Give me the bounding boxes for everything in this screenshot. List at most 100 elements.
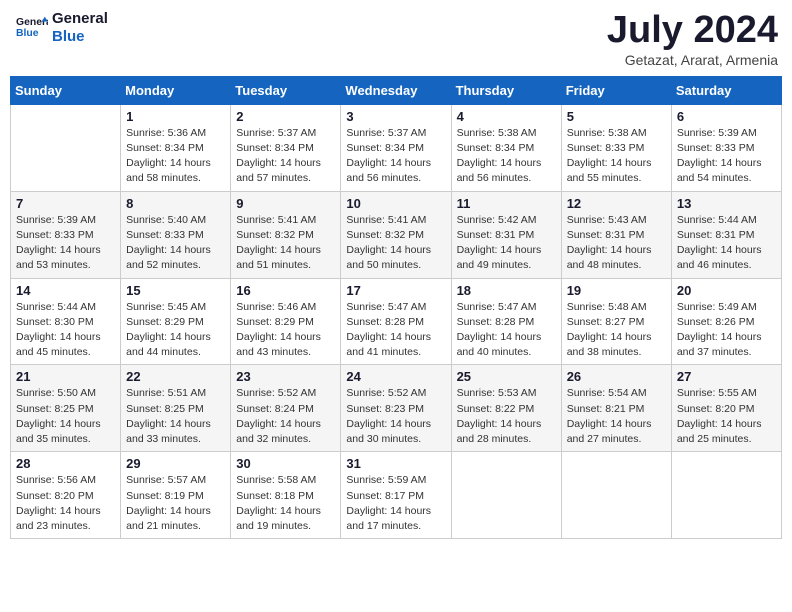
day-info: Sunrise: 5:41 AMSunset: 8:32 PMDaylight:… xyxy=(236,213,335,274)
day-info: Sunrise: 5:58 AMSunset: 8:18 PMDaylight:… xyxy=(236,473,335,534)
calendar-cell: 2 Sunrise: 5:37 AMSunset: 8:34 PMDaylight… xyxy=(231,104,341,191)
day-info: Sunrise: 5:39 AMSunset: 8:33 PMDaylight:… xyxy=(677,126,776,187)
day-info: Sunrise: 5:36 AMSunset: 8:34 PMDaylight:… xyxy=(126,126,225,187)
calendar-cell xyxy=(561,452,671,539)
page-header: General Blue General Blue July 2024 Geta… xyxy=(10,10,782,68)
month-title: July 2024 xyxy=(607,10,778,52)
day-number: 15 xyxy=(126,283,225,298)
day-of-week-header: Sunday xyxy=(11,76,121,104)
day-number: 8 xyxy=(126,196,225,211)
calendar-cell: 17 Sunrise: 5:47 AMSunset: 8:28 PMDayligh… xyxy=(341,278,451,365)
calendar-cell: 9 Sunrise: 5:41 AMSunset: 8:32 PMDaylight… xyxy=(231,191,341,278)
day-info: Sunrise: 5:43 AMSunset: 8:31 PMDaylight:… xyxy=(567,213,666,274)
day-number: 19 xyxy=(567,283,666,298)
calendar-cell xyxy=(11,104,121,191)
calendar-cell: 3 Sunrise: 5:37 AMSunset: 8:34 PMDaylight… xyxy=(341,104,451,191)
logo: General Blue General Blue xyxy=(14,10,108,46)
day-number: 22 xyxy=(126,369,225,384)
day-info: Sunrise: 5:38 AMSunset: 8:34 PMDaylight:… xyxy=(457,126,556,187)
day-info: Sunrise: 5:46 AMSunset: 8:29 PMDaylight:… xyxy=(236,300,335,361)
day-number: 10 xyxy=(346,196,445,211)
day-info: Sunrise: 5:55 AMSunset: 8:20 PMDaylight:… xyxy=(677,386,776,447)
day-number: 1 xyxy=(126,109,225,124)
day-number: 13 xyxy=(677,196,776,211)
calendar-cell: 15 Sunrise: 5:45 AMSunset: 8:29 PMDayligh… xyxy=(121,278,231,365)
day-info: Sunrise: 5:50 AMSunset: 8:25 PMDaylight:… xyxy=(16,386,115,447)
day-info: Sunrise: 5:51 AMSunset: 8:25 PMDaylight:… xyxy=(126,386,225,447)
calendar-cell: 29 Sunrise: 5:57 AMSunset: 8:19 PMDayligh… xyxy=(121,452,231,539)
day-number: 29 xyxy=(126,456,225,471)
day-number: 4 xyxy=(457,109,556,124)
calendar-cell: 24Sunrise: 5:52 AMSunset: 8:23 PMDayligh… xyxy=(341,365,451,452)
day-number: 3 xyxy=(346,109,445,124)
calendar-cell: 6 Sunrise: 5:39 AMSunset: 8:33 PMDaylight… xyxy=(671,104,781,191)
day-number: 17 xyxy=(346,283,445,298)
calendar-cell: 13Sunrise: 5:44 AMSunset: 8:31 PMDayligh… xyxy=(671,191,781,278)
calendar-cell xyxy=(451,452,561,539)
calendar-cell: 18Sunrise: 5:47 AMSunset: 8:28 PMDayligh… xyxy=(451,278,561,365)
day-of-week-header: Thursday xyxy=(451,76,561,104)
day-number: 23 xyxy=(236,369,335,384)
day-info: Sunrise: 5:40 AMSunset: 8:33 PMDaylight:… xyxy=(126,213,225,274)
calendar-cell: 4 Sunrise: 5:38 AMSunset: 8:34 PMDaylight… xyxy=(451,104,561,191)
day-info: Sunrise: 5:42 AMSunset: 8:31 PMDaylight:… xyxy=(457,213,556,274)
logo-general: General xyxy=(52,10,108,28)
day-number: 20 xyxy=(677,283,776,298)
calendar-cell: 14 Sunrise: 5:44 AMSunset: 8:30 PMDayligh… xyxy=(11,278,121,365)
day-number: 7 xyxy=(16,196,115,211)
day-number: 21 xyxy=(16,369,115,384)
logo-blue: Blue xyxy=(52,28,108,46)
day-info: Sunrise: 5:53 AMSunset: 8:22 PMDaylight:… xyxy=(457,386,556,447)
day-number: 6 xyxy=(677,109,776,124)
day-info: Sunrise: 5:48 AMSunset: 8:27 PMDaylight:… xyxy=(567,300,666,361)
day-info: Sunrise: 5:39 AMSunset: 8:33 PMDaylight:… xyxy=(16,213,115,274)
day-number: 26 xyxy=(567,369,666,384)
calendar-cell: 1 Sunrise: 5:36 AMSunset: 8:34 PMDaylight… xyxy=(121,104,231,191)
day-info: Sunrise: 5:45 AMSunset: 8:29 PMDaylight:… xyxy=(126,300,225,361)
day-number: 27 xyxy=(677,369,776,384)
calendar-cell: 12Sunrise: 5:43 AMSunset: 8:31 PMDayligh… xyxy=(561,191,671,278)
day-number: 31 xyxy=(346,456,445,471)
day-number: 16 xyxy=(236,283,335,298)
day-info: Sunrise: 5:54 AMSunset: 8:21 PMDaylight:… xyxy=(567,386,666,447)
svg-text:General: General xyxy=(16,17,48,28)
calendar-cell: 10Sunrise: 5:41 AMSunset: 8:32 PMDayligh… xyxy=(341,191,451,278)
title-block: July 2024 Getazat, Ararat, Armenia xyxy=(607,10,778,68)
day-info: Sunrise: 5:56 AMSunset: 8:20 PMDaylight:… xyxy=(16,473,115,534)
calendar-week-row: 14 Sunrise: 5:44 AMSunset: 8:30 PMDayligh… xyxy=(11,278,782,365)
calendar-cell: 28Sunrise: 5:56 AMSunset: 8:20 PMDayligh… xyxy=(11,452,121,539)
day-number: 2 xyxy=(236,109,335,124)
calendar-cell: 5 Sunrise: 5:38 AMSunset: 8:33 PMDaylight… xyxy=(561,104,671,191)
day-of-week-header: Friday xyxy=(561,76,671,104)
day-of-week-header: Tuesday xyxy=(231,76,341,104)
day-of-week-header: Wednesday xyxy=(341,76,451,104)
location: Getazat, Ararat, Armenia xyxy=(607,52,778,68)
day-info: Sunrise: 5:52 AMSunset: 8:24 PMDaylight:… xyxy=(236,386,335,447)
calendar-cell: 19 Sunrise: 5:48 AMSunset: 8:27 PMDayligh… xyxy=(561,278,671,365)
day-info: Sunrise: 5:37 AMSunset: 8:34 PMDaylight:… xyxy=(346,126,445,187)
calendar-week-row: 7 Sunrise: 5:39 AMSunset: 8:33 PMDaylight… xyxy=(11,191,782,278)
calendar-header-row: SundayMondayTuesdayWednesdayThursdayFrid… xyxy=(11,76,782,104)
day-number: 24 xyxy=(346,369,445,384)
day-of-week-header: Saturday xyxy=(671,76,781,104)
day-number: 9 xyxy=(236,196,335,211)
calendar-week-row: 28Sunrise: 5:56 AMSunset: 8:20 PMDayligh… xyxy=(11,452,782,539)
day-info: Sunrise: 5:38 AMSunset: 8:33 PMDaylight:… xyxy=(567,126,666,187)
day-number: 5 xyxy=(567,109,666,124)
day-info: Sunrise: 5:47 AMSunset: 8:28 PMDaylight:… xyxy=(457,300,556,361)
calendar-cell: 22 Sunrise: 5:51 AMSunset: 8:25 PMDayligh… xyxy=(121,365,231,452)
calendar-cell: 23 Sunrise: 5:52 AMSunset: 8:24 PMDayligh… xyxy=(231,365,341,452)
svg-text:Blue: Blue xyxy=(16,28,39,39)
day-info: Sunrise: 5:37 AMSunset: 8:34 PMDaylight:… xyxy=(236,126,335,187)
day-number: 25 xyxy=(457,369,556,384)
calendar-table: SundayMondayTuesdayWednesdayThursdayFrid… xyxy=(10,76,782,539)
calendar-cell: 21 Sunrise: 5:50 AMSunset: 8:25 PMDayligh… xyxy=(11,365,121,452)
day-info: Sunrise: 5:44 AMSunset: 8:30 PMDaylight:… xyxy=(16,300,115,361)
day-number: 11 xyxy=(457,196,556,211)
day-info: Sunrise: 5:47 AMSunset: 8:28 PMDaylight:… xyxy=(346,300,445,361)
logo-icon: General Blue xyxy=(16,12,48,44)
day-info: Sunrise: 5:57 AMSunset: 8:19 PMDaylight:… xyxy=(126,473,225,534)
day-number: 30 xyxy=(236,456,335,471)
calendar-week-row: 1 Sunrise: 5:36 AMSunset: 8:34 PMDaylight… xyxy=(11,104,782,191)
day-number: 14 xyxy=(16,283,115,298)
